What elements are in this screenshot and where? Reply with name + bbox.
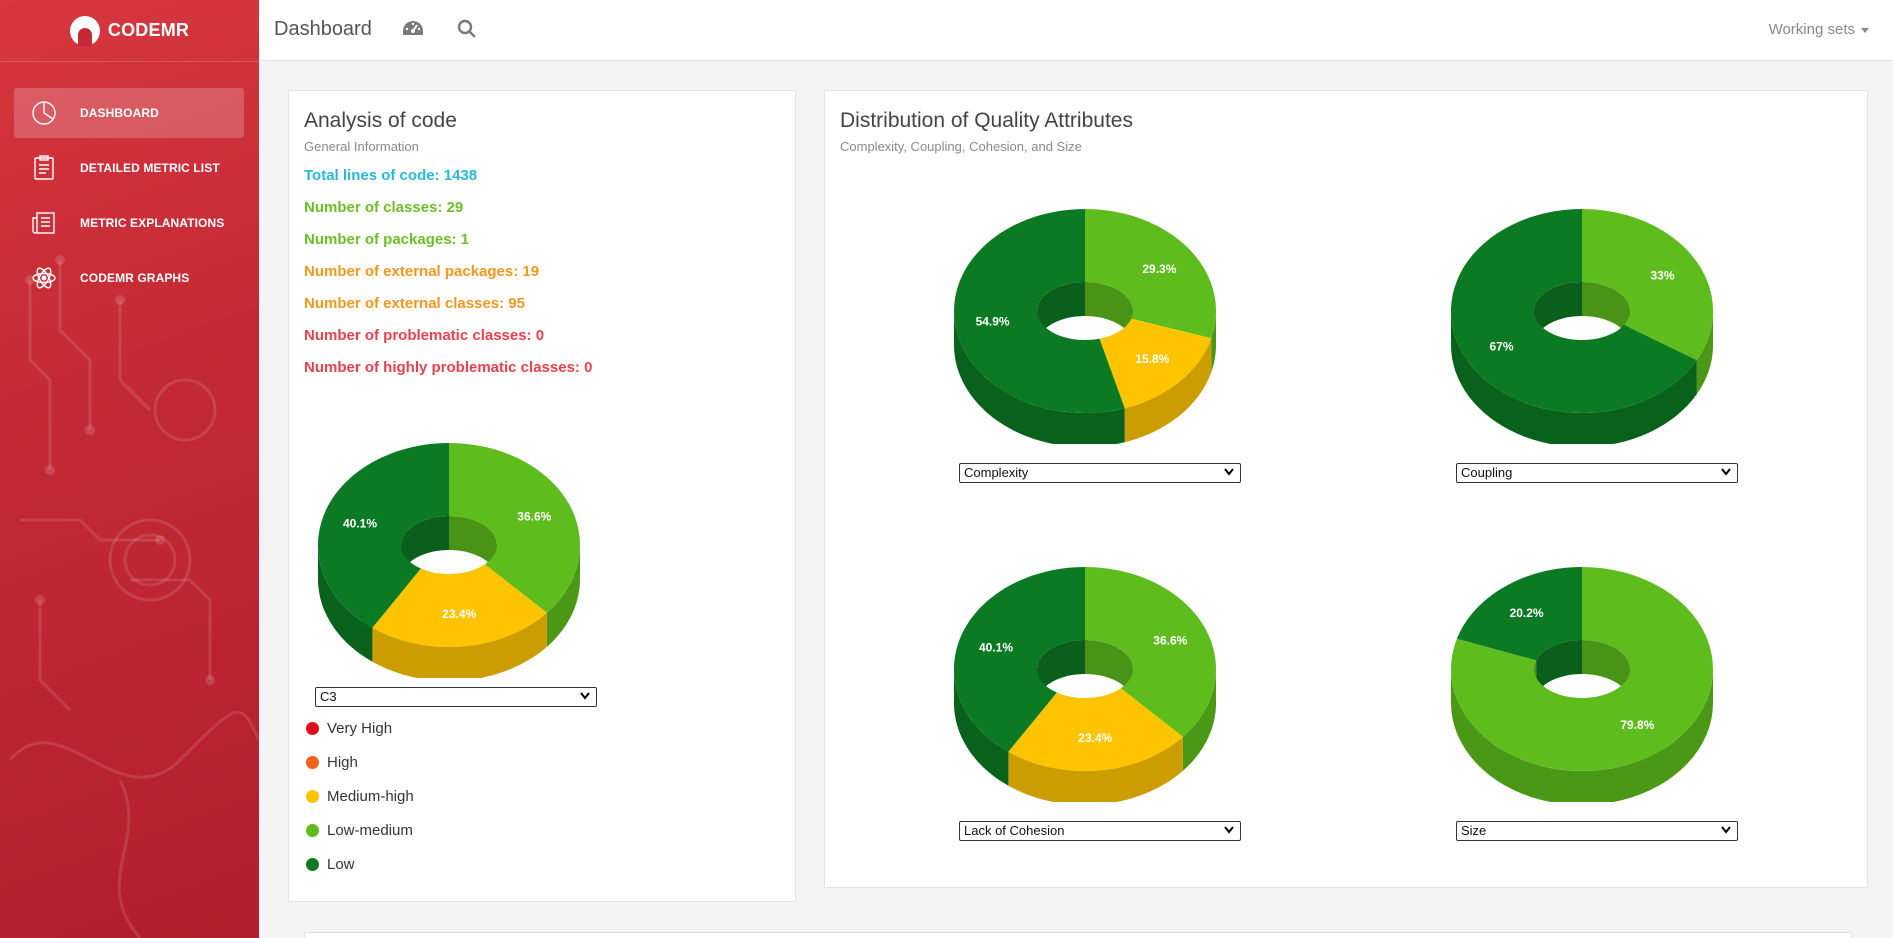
legend-label: Low (327, 856, 355, 873)
sidebar-item-dashboard[interactable]: DASHBOARD (14, 88, 244, 138)
metric-select-size[interactable]: Size (1456, 821, 1738, 841)
select-value: Size (1461, 823, 1487, 838)
lack-of-cohesion-donut-chart: 36.6% 23.4% 40.1% (954, 567, 1216, 802)
legend-label: Medium-high (327, 788, 414, 805)
chevron-down-icon (1721, 826, 1731, 834)
page-title: Dashboard (274, 18, 372, 40)
sidebar-item-label: CODEMR GRAPHS (80, 271, 190, 285)
sidebar-item-label: DASHBOARD (80, 106, 159, 120)
stat-highly-problematic-classes: Number of highly problematic classes: 0 (304, 359, 593, 376)
metric-select-complexity[interactable]: Complexity (959, 463, 1241, 483)
metric-select-c3[interactable]: C3 (315, 687, 597, 707)
slice-label: 20.2% (1510, 606, 1544, 620)
size-donut-chart: 79.8% 20.2% (1451, 567, 1713, 802)
select-value: Complexity (964, 465, 1029, 480)
slice-label: 54.9% (976, 315, 1010, 329)
legend-dot (306, 756, 319, 769)
legend-dot (306, 790, 319, 803)
panel-title: Analysis of code (304, 109, 457, 132)
slice-label: 15.8% (1135, 352, 1169, 366)
slice-label: 36.6% (1153, 634, 1187, 648)
legend-low-medium: Low-medium (306, 822, 413, 839)
select-value: C3 (320, 689, 337, 704)
select-value: Coupling (1461, 465, 1513, 480)
chevron-down-icon (1224, 468, 1234, 476)
stat-problematic-classes: Number of problematic classes: 0 (304, 327, 545, 344)
atom-icon (30, 264, 58, 292)
legend-dot (306, 858, 319, 871)
stat-packages: Number of packages: 1 (304, 231, 470, 248)
chevron-down-icon (1721, 468, 1731, 476)
c3-donut-chart: 36.6% 23.4% 40.1% (318, 443, 580, 678)
select-value: Lack of Cohesion (964, 823, 1065, 838)
caret-down-icon (1861, 27, 1869, 33)
slice-label: 33% (1650, 269, 1674, 283)
stat-external-classes: Number of external classes: 95 (304, 295, 525, 312)
working-sets-label: Working sets (1768, 21, 1855, 38)
newspaper-icon (30, 209, 58, 237)
legend-medium-high: Medium-high (306, 788, 414, 805)
complexity-donut-chart: 29.3% 15.8% 54.9% (954, 209, 1216, 444)
legend-label: Low-medium (327, 822, 413, 839)
dashboard-gauge-icon[interactable] (402, 19, 424, 44)
slice-label: 40.1% (979, 641, 1013, 655)
analysis-panel: Analysis of code General Information Tot… (288, 90, 796, 902)
legend-low: Low (306, 856, 355, 873)
distribution-panel: Distribution of Quality Attributes Compl… (824, 90, 1868, 888)
pie-chart-icon (30, 99, 58, 127)
stat-total-lines: Total lines of code: 1438 (304, 167, 478, 184)
metric-select-coupling[interactable]: Coupling (1456, 463, 1738, 483)
panel-subtitle: General Information (304, 139, 419, 154)
legend-label: Very High (327, 720, 393, 737)
slice-label: 40.1% (343, 517, 377, 531)
panel-subtitle: Complexity, Coupling, Cohesion, and Size (840, 139, 1082, 154)
sidebar-item-label: METRIC EXPLANATIONS (80, 216, 225, 230)
bottom-panel (304, 932, 1852, 938)
coupling-donut-chart: 33% 67% (1451, 209, 1713, 444)
top-bar: Dashboard Working sets (259, 0, 1893, 61)
slice-label: 23.4% (1078, 731, 1112, 745)
stat-classes: Number of classes: 29 (304, 199, 464, 216)
legend-dot (306, 722, 319, 735)
panel-title: Distribution of Quality Attributes (840, 109, 1133, 132)
search-icon[interactable] (457, 19, 477, 44)
stat-external-packages: Number of external packages: 19 (304, 263, 540, 280)
legend-label: High (327, 754, 358, 771)
working-sets-dropdown[interactable]: Working sets (1769, 21, 1869, 38)
slice-label: 29.3% (1142, 262, 1176, 276)
clipboard-list-icon (30, 154, 58, 182)
slice-label: 79.8% (1620, 718, 1654, 732)
metric-select-lack-of-cohesion[interactable]: Lack of Cohesion (959, 821, 1241, 841)
sidebar-nav: DASHBOARD DETAILED METRIC LIST METRIC EX… (14, 88, 244, 308)
legend-very-high: Very High (306, 720, 392, 737)
sidebar-item-codemr-graphs[interactable]: CODEMR GRAPHS (14, 253, 244, 303)
chevron-down-icon (1224, 826, 1234, 834)
sidebar-item-label: DETAILED METRIC LIST (80, 161, 220, 175)
sidebar-item-detailed-metric-list[interactable]: DETAILED METRIC LIST (14, 143, 244, 193)
chevron-down-icon (580, 692, 590, 700)
sidebar-item-metric-explanations[interactable]: METRIC EXPLANATIONS (14, 198, 244, 248)
codemr-logo-icon (69, 15, 100, 46)
brand-name: CODEMR (107, 20, 190, 40)
slice-label: 36.6% (517, 510, 551, 524)
legend-dot (306, 824, 319, 837)
sidebar: CODEMR DASHBOARD DETAILED METRIC LIST ME… (0, 0, 259, 938)
slice-label: 23.4% (442, 607, 476, 621)
brand[interactable]: CODEMR (0, 0, 259, 62)
legend-high: High (306, 754, 358, 771)
slice-label: 67% (1489, 339, 1513, 353)
